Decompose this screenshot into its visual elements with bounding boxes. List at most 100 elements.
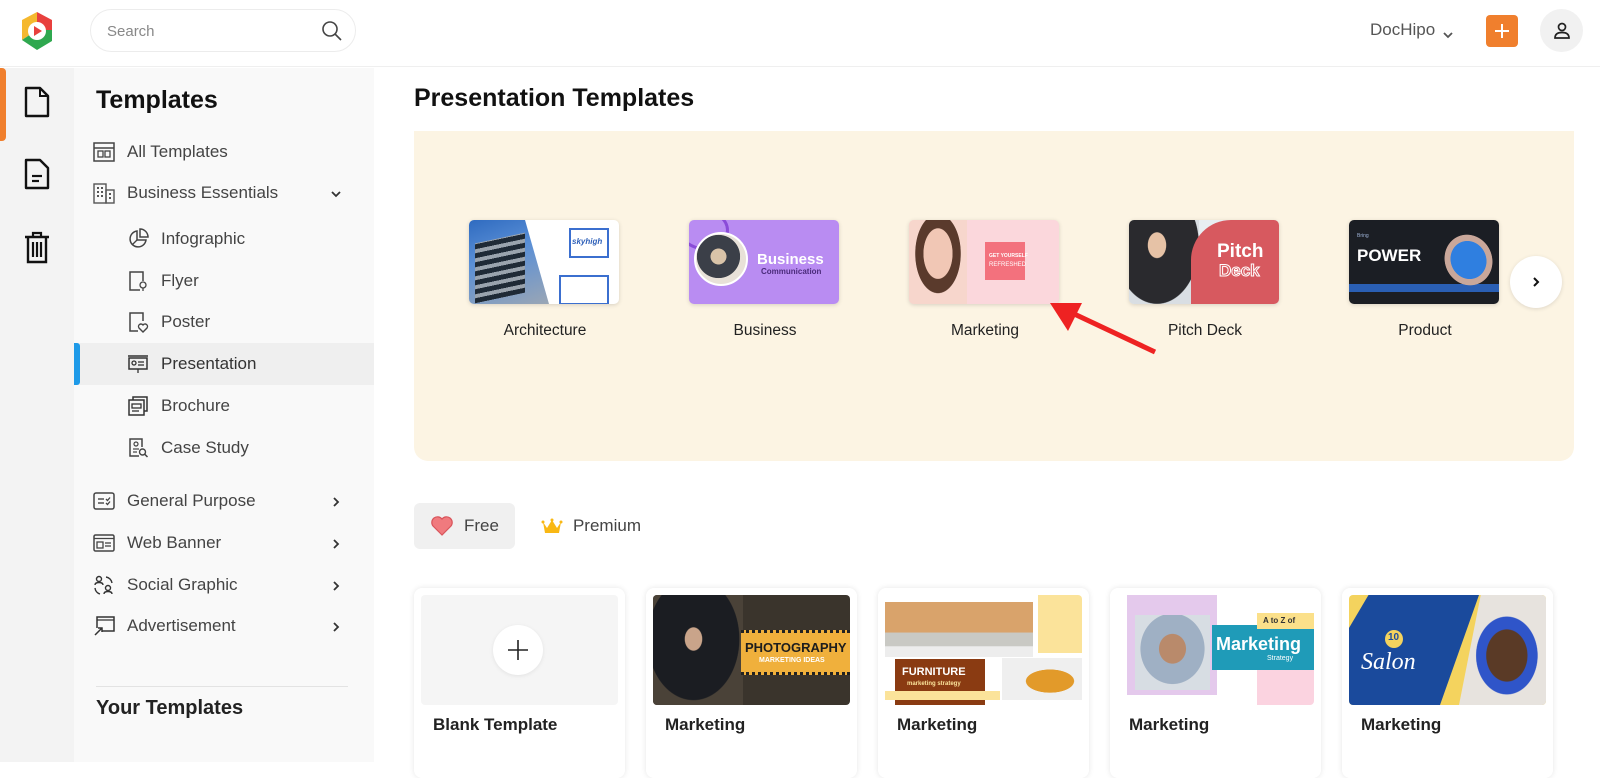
building-icon [92, 181, 116, 205]
add-blank-button[interactable] [493, 625, 543, 675]
sidebar-item-web-banner[interactable]: Web Banner [74, 522, 374, 564]
thumb-text: Salon [1361, 649, 1416, 675]
card-label: Marketing [1361, 715, 1442, 734]
sidebar-item-advertisement[interactable]: Advertisement [74, 605, 374, 647]
thumb-text: FURNITURE [902, 666, 966, 678]
thumb-text: POWER [1357, 246, 1422, 265]
thumb-text: GET YOURSELF [989, 253, 1028, 259]
heart-icon [431, 516, 453, 536]
thumb-subtext: MARKETING IDEAS [759, 657, 825, 664]
user-icon [1553, 22, 1570, 39]
sidebar-item-business-essentials[interactable]: Business Essentials [74, 172, 374, 214]
sidebar-item-social-graphic[interactable]: Social Graphic [74, 564, 374, 606]
sidebar-item-label: Business Essentials [127, 183, 279, 202]
carousel-next-button[interactable] [1510, 256, 1562, 308]
card-label: Marketing [897, 715, 978, 734]
social-icon [92, 573, 116, 597]
category-label: Architecture [503, 322, 587, 339]
search-input[interactable] [107, 20, 307, 42]
pie-chart-icon [126, 227, 150, 251]
thumb-text: Business [757, 251, 824, 268]
sidebar-item-brochure[interactable]: Brochure [74, 385, 374, 427]
thumb-text: skyhigh [572, 237, 603, 246]
category-thumbnail: Pitch Deck [1129, 220, 1279, 304]
thumb-subtext: REFRESHED [989, 262, 1027, 268]
template-card[interactable]: A to Z of Marketing Strategy Marketing [1110, 588, 1321, 778]
dochipo-logo[interactable] [18, 10, 56, 52]
layout-icon [92, 140, 116, 164]
category-thumbnail: skyhigh [469, 220, 619, 304]
card-thumbnail: A to Z of Marketing Strategy [1117, 595, 1314, 705]
card-thumbnail: PHOTOGRAPHY MARKETING IDEAS [653, 595, 850, 705]
sidebar-item-infographic[interactable]: Infographic [74, 218, 374, 260]
card-label: Marketing [1129, 715, 1210, 734]
sidebar-item-case-study[interactable]: Case Study [74, 427, 374, 469]
sidebar-item-label: Case Study [161, 438, 249, 457]
filter-label: Free [464, 516, 499, 535]
filter-premium[interactable]: Premium [525, 503, 657, 549]
sidebar-item-label: Advertisement [127, 616, 236, 635]
category-label: Pitch Deck [1167, 322, 1243, 339]
thumb-subtext: marketing strategy [907, 681, 961, 687]
crown-icon [541, 518, 563, 533]
card-thumbnail [421, 595, 618, 705]
thumb-text: Marketing [1216, 634, 1302, 654]
card-label: Blank Template [433, 715, 558, 734]
sidebar-item-general-purpose[interactable]: General Purpose [74, 480, 374, 522]
sidebar-item-all-templates[interactable]: All Templates [74, 131, 374, 173]
sidebar-item-flyer[interactable]: Flyer [74, 260, 374, 302]
thumb-subtext: Bring [1357, 233, 1369, 239]
category-carousel: skyhigh Architecture Business Communicat… [414, 131, 1574, 461]
thumb-subtext: Communication [761, 267, 822, 276]
category-label: Business [733, 322, 797, 339]
plus-icon [508, 640, 528, 660]
filter-label: Premium [572, 516, 641, 535]
your-templates-heading[interactable]: Your Templates [96, 697, 243, 720]
category-architecture[interactable]: skyhigh Architecture [469, 220, 621, 340]
brochure-icon [126, 394, 150, 418]
sidebar-title: Templates [96, 86, 218, 114]
sidebar-item-poster[interactable]: Poster [74, 301, 374, 343]
main-content: Presentation Templates skyhigh Architect… [374, 68, 1600, 778]
category-product[interactable]: Bring POWER Product [1349, 220, 1501, 340]
account-name: DocHipo [1370, 20, 1436, 39]
sidebar-item-label: Brochure [161, 396, 230, 415]
sidebar-item-label: Infographic [161, 229, 246, 248]
create-new-button[interactable] [1486, 15, 1518, 47]
page-title: Presentation Templates [414, 84, 695, 112]
user-profile-button[interactable] [1540, 9, 1583, 52]
search-box [90, 9, 356, 52]
icon-rail [0, 68, 74, 762]
rail-templates[interactable] [20, 83, 54, 121]
chevron-down-icon [330, 187, 342, 199]
trash-icon [25, 231, 49, 264]
rail-active-indicator [0, 68, 6, 141]
category-business[interactable]: Business Communication Business [689, 220, 841, 340]
template-card[interactable]: FURNITURE marketing strategy Marketing [878, 588, 1089, 778]
checklist-icon [92, 489, 116, 513]
template-card[interactable]: 10 Salon Marketing [1342, 588, 1553, 778]
sidebar-divider [96, 686, 348, 687]
rail-trash[interactable] [20, 228, 54, 266]
template-card[interactable]: PHOTOGRAPHY MARKETING IDEAS Marketing [646, 588, 857, 778]
flyer-icon [126, 269, 150, 293]
card-label: Marketing [665, 715, 746, 734]
sidebar-item-label: All Templates [127, 142, 228, 161]
category-label: Product [1398, 322, 1452, 339]
rail-documents[interactable] [20, 155, 54, 193]
category-marketing[interactable]: GET YOURSELF REFRESHED Marketing [909, 220, 1061, 340]
sidebar-item-presentation[interactable]: Presentation [74, 343, 374, 385]
account-dropdown[interactable]: DocHipo [1370, 20, 1453, 40]
chevron-right-icon [330, 537, 342, 549]
category-pitch-deck[interactable]: Pitch Deck Pitch Deck [1129, 220, 1281, 340]
blank-template-card[interactable]: Blank Template [414, 588, 625, 778]
chevron-right-icon [330, 579, 342, 591]
case-study-icon [126, 436, 150, 460]
thumb-subtext: Deck [1219, 261, 1261, 280]
category-thumbnail: Bring POWER [1349, 220, 1499, 304]
filter-free[interactable]: Free [414, 503, 515, 549]
card-thumbnail: FURNITURE marketing strategy [885, 595, 1082, 705]
sidebar-item-label: Flyer [161, 271, 199, 290]
category-thumbnail: GET YOURSELF REFRESHED [909, 220, 1059, 304]
search-icon[interactable] [321, 20, 343, 42]
